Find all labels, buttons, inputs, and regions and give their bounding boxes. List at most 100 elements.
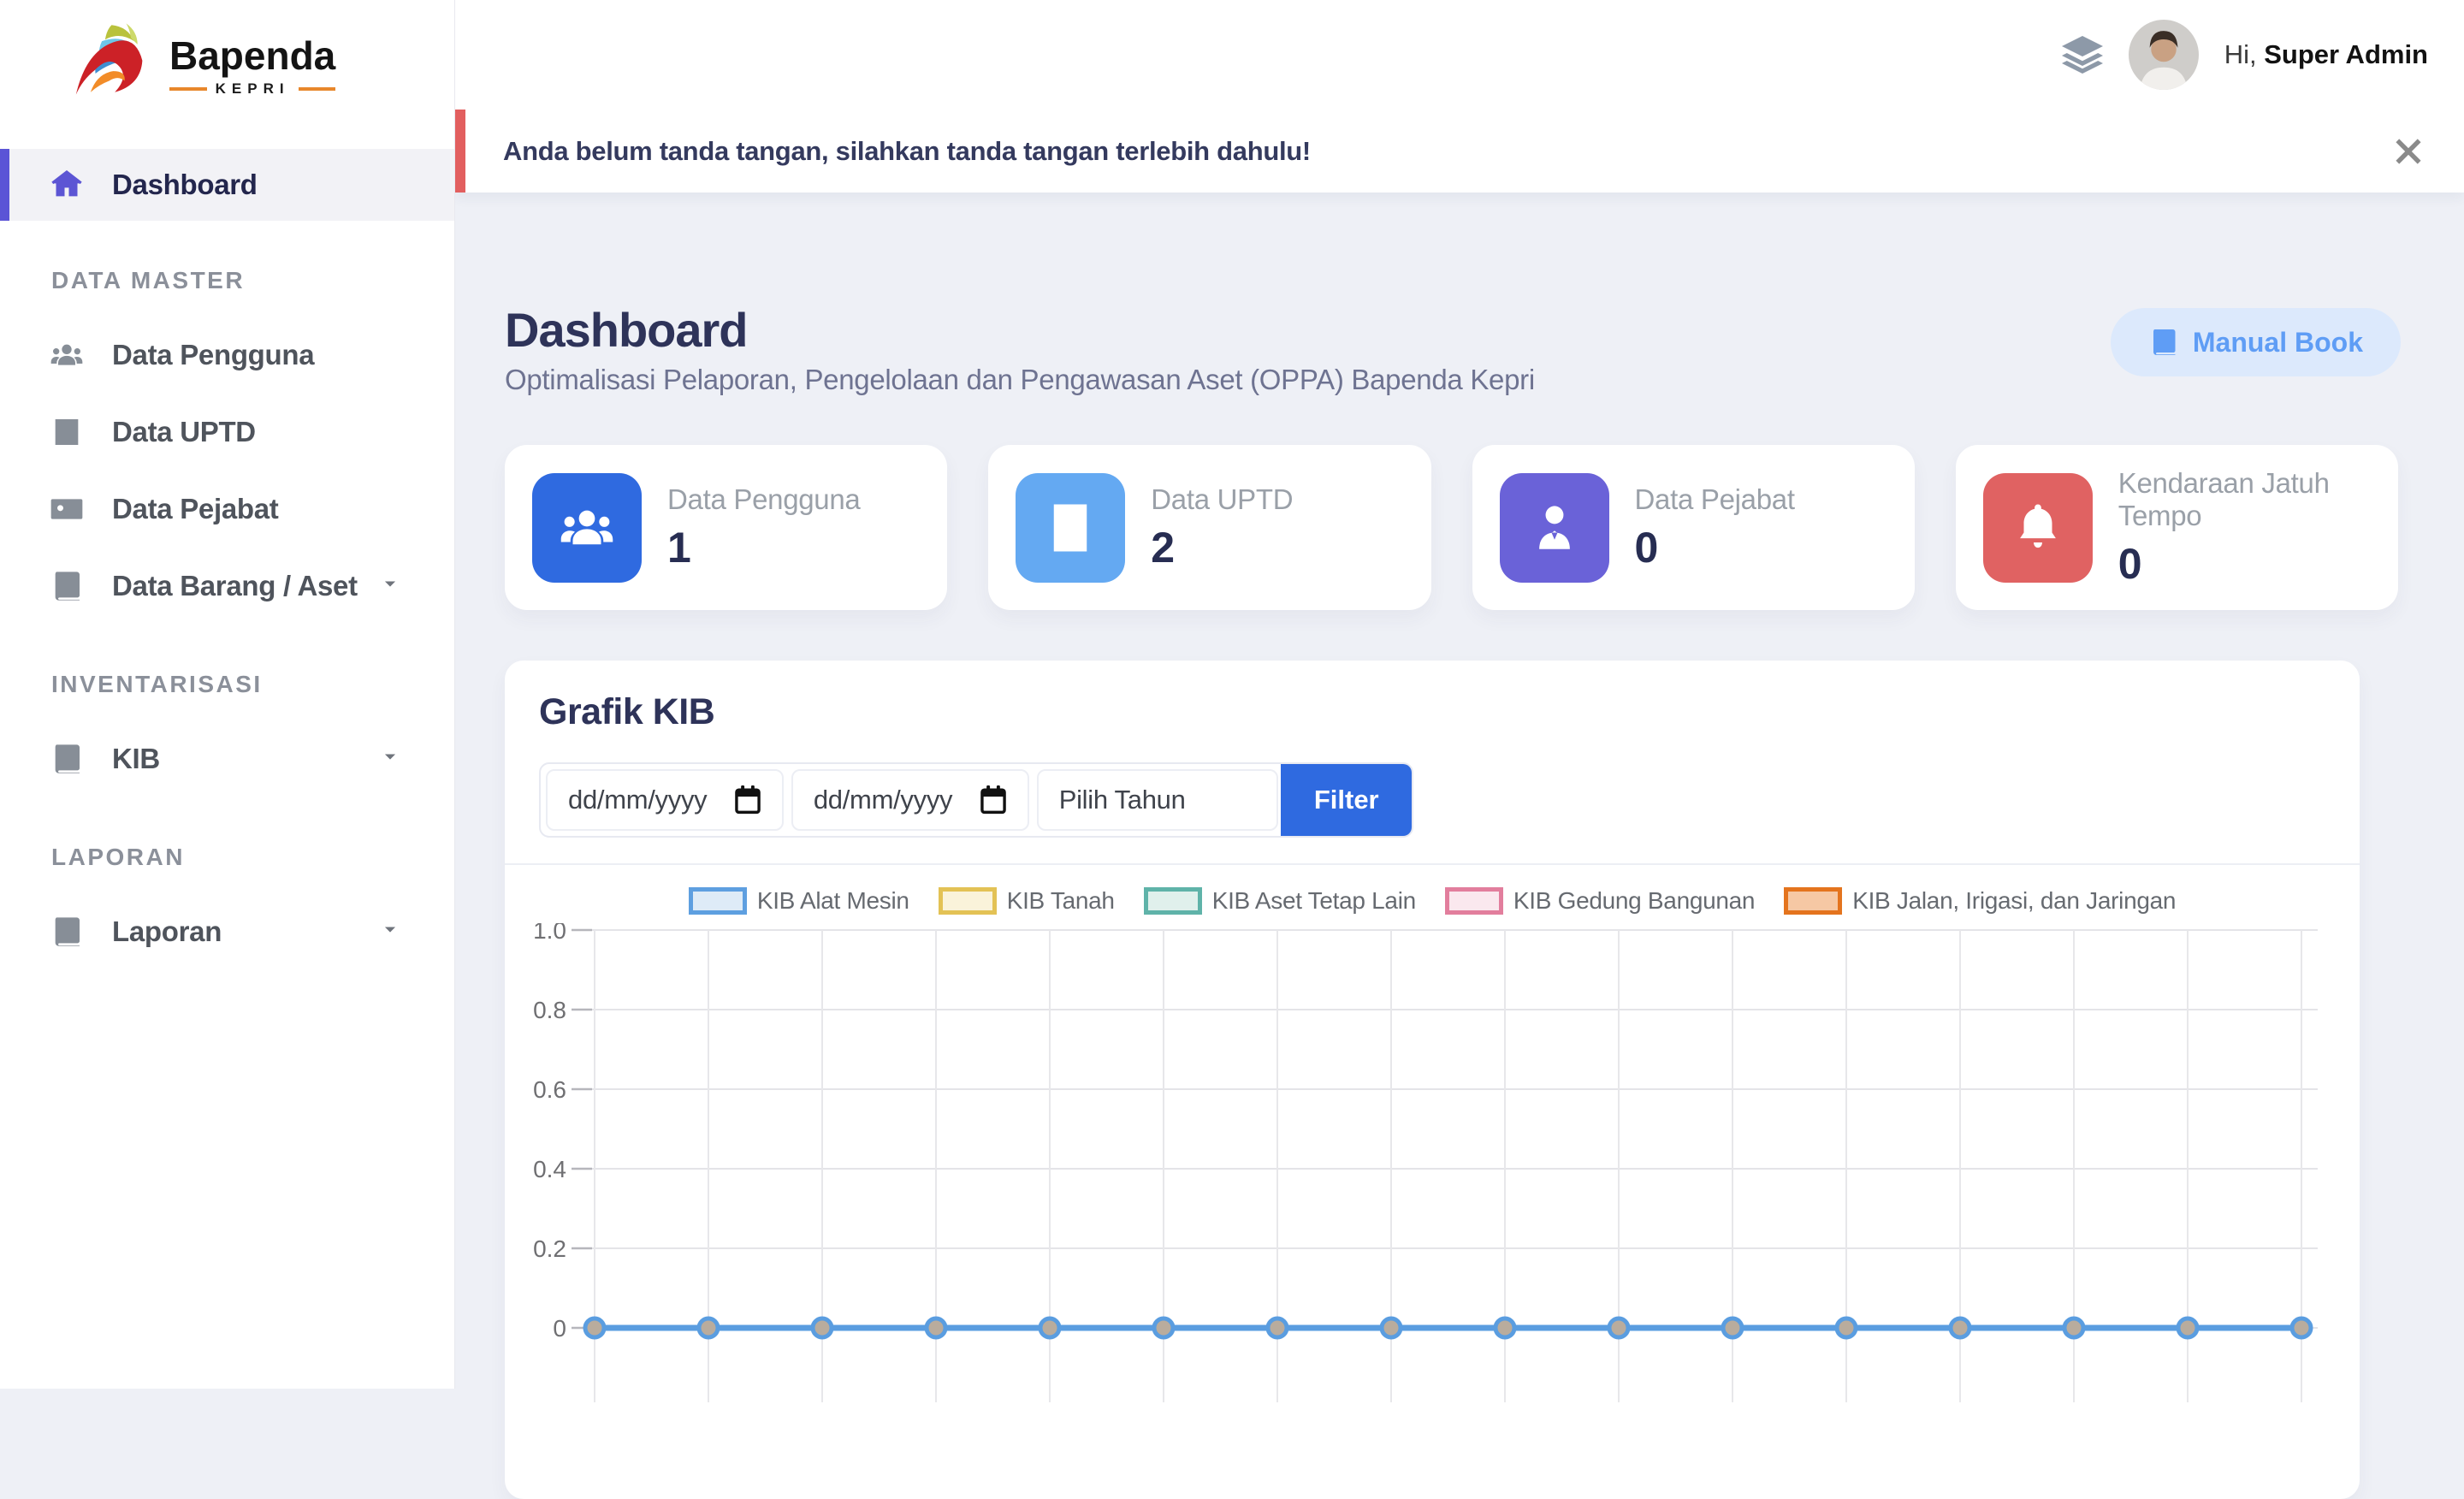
filter-group: dd/mm/yyyy dd/mm/yyyy Pilih Tahun Filter — [539, 762, 1413, 838]
person-tie-icon — [1500, 473, 1609, 583]
sidebar-item-laporan[interactable]: Laporan — [0, 893, 454, 970]
grafik-kib-card: Grafik KIB dd/mm/yyyy dd/mm/yyyy Pilih T… — [505, 661, 2360, 1499]
calendar-icon — [980, 785, 1007, 815]
greeting: Hi, Super Admin — [2224, 39, 2428, 70]
legend-item[interactable]: KIB Alat Mesin — [689, 887, 909, 915]
grafik-kib-title: Grafik KIB — [539, 691, 2325, 733]
stat-card-kendaraan-jatuh-tempo: Kendaraan Jatuh Tempo 0 — [1956, 445, 2398, 610]
sidebar-item-data-pengguna[interactable]: Data Pengguna — [0, 317, 454, 394]
legend-item[interactable]: KIB Aset Tetap Lain — [1144, 887, 1416, 915]
topbar: Hi, Super Admin — [455, 0, 2464, 110]
book-icon — [49, 914, 85, 950]
year-select[interactable]: Pilih Tahun — [1037, 769, 1279, 831]
avatar[interactable] — [2129, 20, 2199, 90]
sidebar-item-data-uptd[interactable]: Data UPTD — [0, 394, 454, 471]
grafik-kib-header: Grafik KIB dd/mm/yyyy dd/mm/yyyy Pilih T… — [505, 661, 2360, 865]
sidebar-item-dashboard[interactable]: Dashboard — [0, 149, 454, 221]
legend-swatch — [1445, 887, 1503, 915]
alert-banner: Anda belum tanda tangan, silahkan tanda … — [455, 110, 2464, 193]
filter-button-label: Filter — [1314, 785, 1379, 815]
sidebar-section-inventarisasi: INVENTARISASI — [0, 671, 454, 698]
svg-text:0.4: 0.4 — [534, 1156, 566, 1182]
brand-name: Bapenda — [169, 36, 335, 75]
page-title: Dashboard — [505, 302, 748, 358]
stat-card-data-pejabat: Data Pejabat 0 — [1472, 445, 1915, 610]
chevron-down-icon — [379, 746, 401, 773]
brand-sub: KEPRI — [216, 80, 290, 98]
stats-row: Data Pengguna 1 Data UPTD 2 Data Pejabat… — [505, 445, 2398, 610]
date-to-input[interactable]: dd/mm/yyyy — [791, 769, 1029, 831]
brand-line-left — [169, 87, 207, 91]
user-name: Super Admin — [2264, 39, 2428, 69]
legend-item[interactable]: KIB Jalan, Irigasi, dan Jaringan — [1784, 887, 2176, 915]
alert-close-button[interactable] — [2392, 135, 2425, 168]
main-content: Dashboard Optimalisasi Pelaporan, Pengel… — [455, 193, 2464, 1389]
layers-icon[interactable] — [2062, 36, 2103, 74]
kib-chart: 1.00.80.60.40.20 — [534, 923, 2331, 1402]
legend-swatch — [1784, 887, 1842, 915]
greeting-prefix: Hi, — [2224, 39, 2265, 69]
stat-value: 0 — [1635, 523, 1795, 572]
close-icon — [2392, 135, 2425, 168]
filter-button[interactable]: Filter — [1281, 764, 1412, 836]
sidebar-item-kib[interactable]: KIB — [0, 720, 454, 797]
legend-swatch — [939, 887, 997, 915]
sidebar-item-label: Data Barang / Aset — [112, 570, 358, 602]
stat-label: Kendaraan Jatuh Tempo — [2118, 467, 2398, 532]
sidebar-item-data-pejabat[interactable]: Data Pejabat — [0, 471, 454, 548]
chevron-down-icon — [379, 919, 401, 945]
chart-area: KIB Alat Mesin KIB Tanah KIB Aset Tetap La… — [505, 865, 2360, 1402]
date-from-input[interactable]: dd/mm/yyyy — [546, 769, 784, 831]
svg-text:0.8: 0.8 — [534, 997, 566, 1023]
stat-label: Data Pejabat — [1635, 483, 1795, 516]
building-icon — [49, 414, 85, 450]
legend-label: KIB Aset Tetap Lain — [1212, 887, 1416, 915]
building-icon — [1016, 473, 1125, 583]
legend-item[interactable]: KIB Gedung Bangunan — [1445, 887, 1755, 915]
manual-book-label: Manual Book — [2193, 327, 2363, 358]
page-subtitle: Optimalisasi Pelaporan, Pengelolaan dan … — [505, 364, 1535, 396]
legend-label: KIB Gedung Bangunan — [1513, 887, 1755, 915]
year-select-placeholder: Pilih Tahun — [1059, 785, 1186, 815]
sidebar-item-label: Dashboard — [112, 169, 258, 201]
stat-card-data-uptd: Data UPTD 2 — [988, 445, 1430, 610]
sidebar-section-laporan: LAPORAN — [0, 844, 454, 871]
id-card-icon — [49, 491, 85, 527]
home-icon — [49, 167, 85, 203]
bell-icon — [1983, 473, 2093, 583]
date-from-placeholder: dd/mm/yyyy — [568, 785, 707, 815]
brand-wave-icon — [62, 14, 175, 103]
sidebar-item-label: Data Pejabat — [112, 493, 278, 525]
brand-line-right — [299, 87, 336, 91]
alert-message: Anda belum tanda tangan, silahkan tanda … — [503, 136, 1311, 167]
book-icon — [2148, 327, 2179, 358]
legend-swatch — [1144, 887, 1202, 915]
sidebar: Bapenda KEPRI Dashboard DATA MASTER Data… — [0, 0, 455, 1389]
svg-text:0.6: 0.6 — [534, 1076, 566, 1103]
stat-label: Data UPTD — [1151, 483, 1293, 516]
sidebar-item-label: Data UPTD — [112, 416, 256, 448]
stat-label: Data Pengguna — [667, 483, 860, 516]
stat-value: 1 — [667, 523, 860, 572]
legend-swatch — [689, 887, 747, 915]
sidebar-item-label: KIB — [112, 743, 160, 775]
manual-book-button[interactable]: Manual Book — [2111, 308, 2401, 376]
brand-logo: Bapenda KEPRI — [0, 0, 454, 120]
sidebar-item-label: Laporan — [112, 915, 222, 948]
book-icon — [49, 741, 85, 777]
legend-label: KIB Jalan, Irigasi, dan Jaringan — [1852, 887, 2176, 915]
stat-card-data-pengguna: Data Pengguna 1 — [505, 445, 947, 610]
legend-item[interactable]: KIB Tanah — [939, 887, 1115, 915]
book-icon — [49, 568, 85, 604]
date-to-placeholder: dd/mm/yyyy — [814, 785, 952, 815]
sidebar-item-label: Data Pengguna — [112, 339, 314, 371]
chart-legend: KIB Alat Mesin KIB Tanah KIB Aset Tetap La… — [534, 887, 2331, 915]
sidebar-item-data-barang-aset[interactable]: Data Barang / Aset — [0, 548, 454, 625]
legend-label: KIB Alat Mesin — [757, 887, 909, 915]
stat-value: 2 — [1151, 523, 1293, 572]
stat-value: 0 — [2118, 539, 2398, 589]
svg-text:0.2: 0.2 — [534, 1235, 566, 1262]
users-icon — [49, 337, 85, 373]
chevron-down-icon — [379, 573, 401, 600]
svg-text:1.0: 1.0 — [534, 923, 566, 944]
